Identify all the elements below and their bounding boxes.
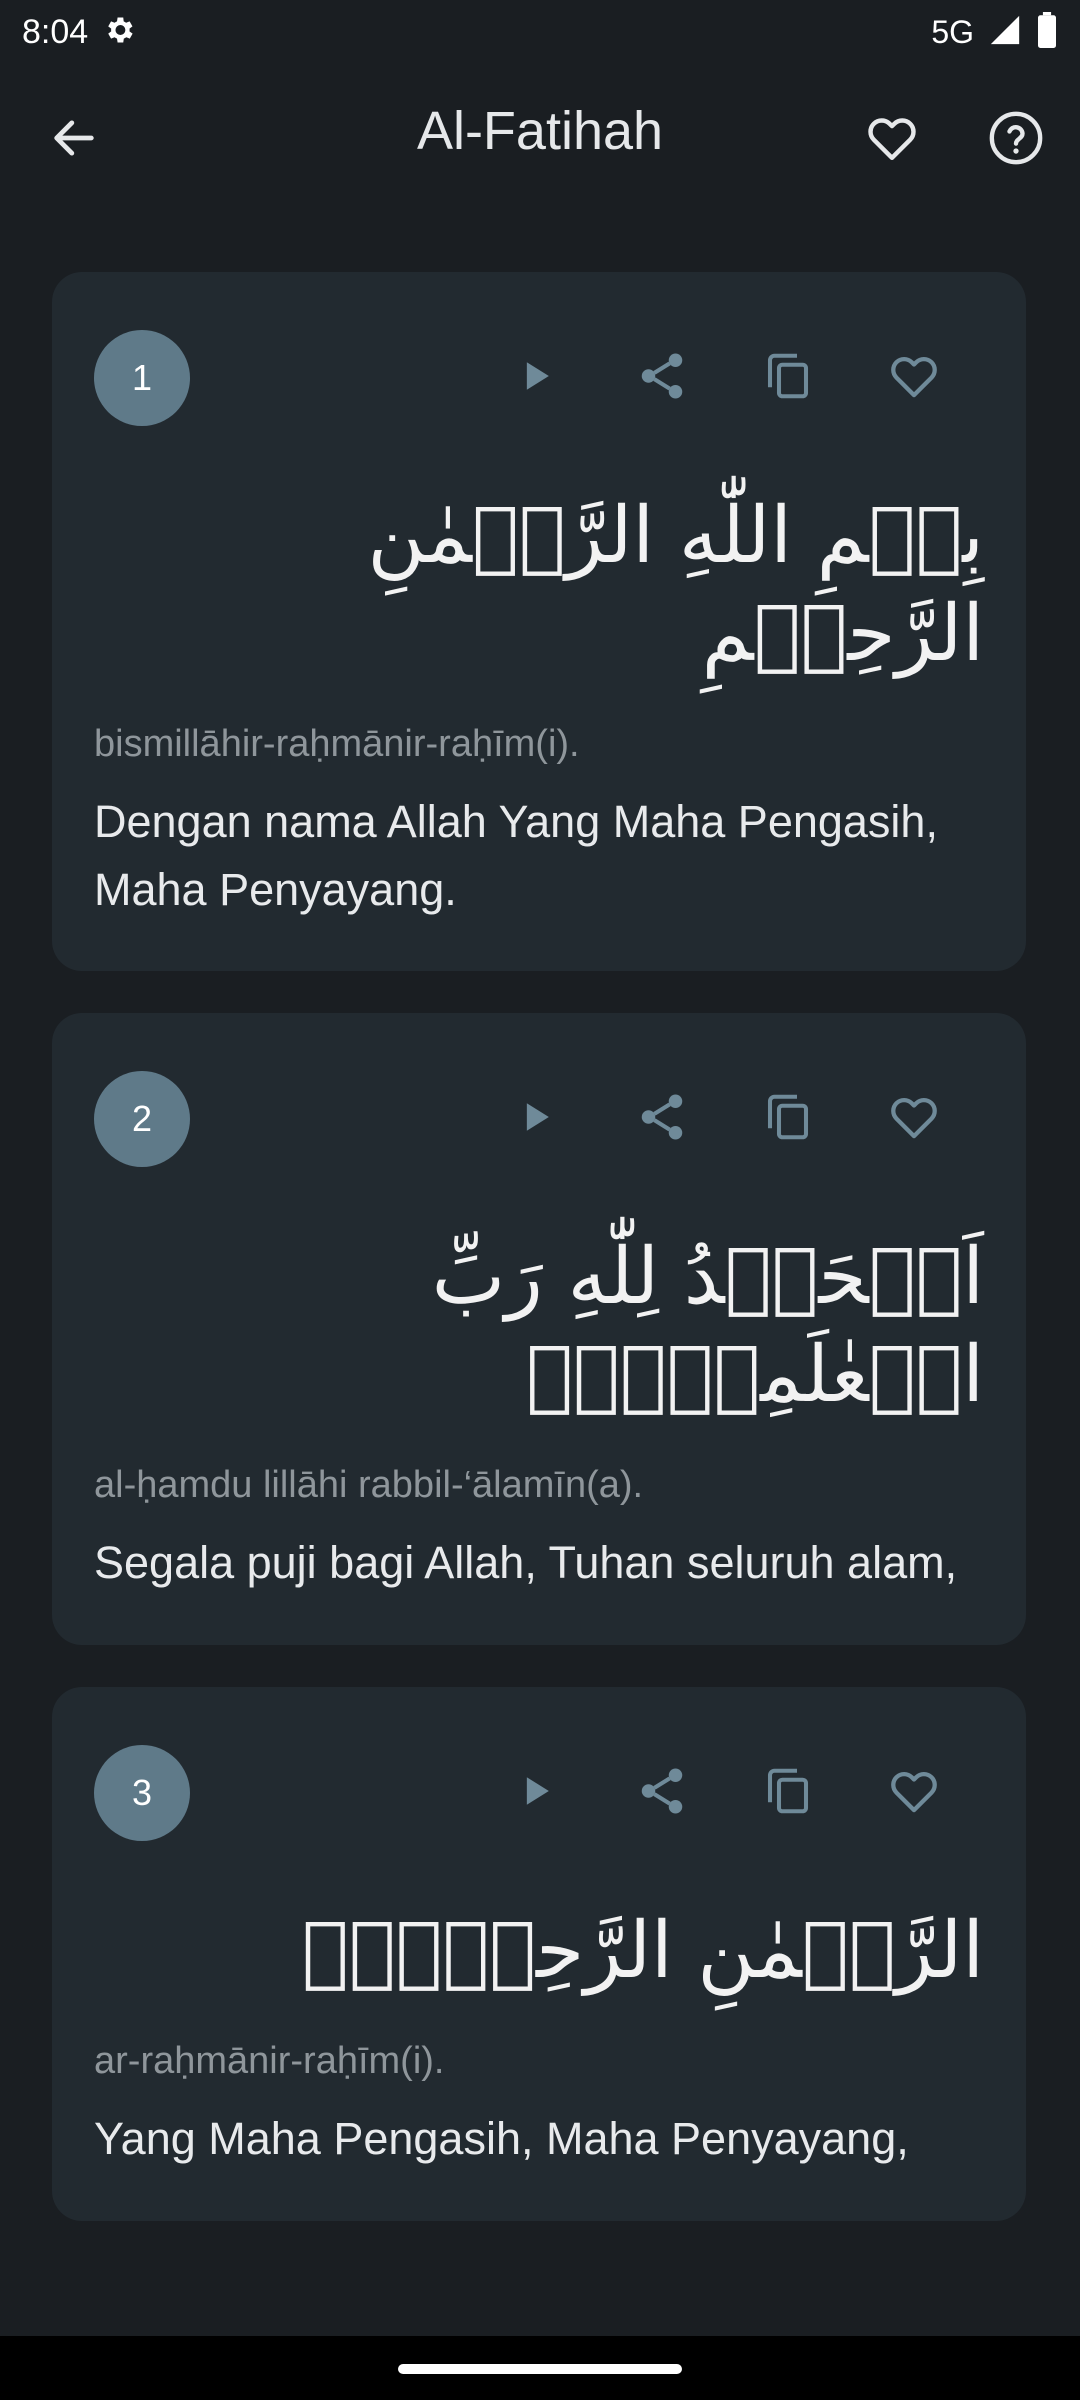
play-icon xyxy=(514,1095,558,1143)
share-icon xyxy=(635,1764,689,1822)
heart-icon xyxy=(864,110,920,170)
share-button[interactable] xyxy=(622,1753,702,1833)
transliteration: ar-raḥmānir-raḥīm(i). xyxy=(94,2040,445,2082)
battery-icon xyxy=(1036,12,1058,52)
transliteration: bismillāhir-raḥmānir-raḥīm(i). xyxy=(94,723,580,765)
play-icon xyxy=(514,1769,558,1817)
translation: Segala puji bagi Allah, Tuhan seluruh al… xyxy=(94,1537,958,1588)
heart-icon xyxy=(887,349,941,407)
verse-actions xyxy=(496,338,954,418)
verse-card-header: 2 xyxy=(94,1071,984,1167)
arabic-text: اَلۡحَمۡدُ لِلّٰهِ رَبِّ الۡعٰلَمِيۡنَۙ xyxy=(431,1232,984,1420)
help-button[interactable] xyxy=(978,102,1054,178)
heart-icon xyxy=(887,1764,941,1822)
verse-card: 3 الرَّحۡمٰنِ الرَّحِيۡمِۙ ar-raḥmānir-r… xyxy=(52,1686,1026,2221)
share-icon xyxy=(635,349,689,407)
status-right: 5G xyxy=(931,12,1058,52)
play-button[interactable] xyxy=(496,1753,576,1833)
verse-number-badge: 1 xyxy=(94,330,190,426)
play-icon xyxy=(514,354,558,402)
bookmark-verse-button[interactable] xyxy=(874,1753,954,1833)
status-bar: 8:04 5G xyxy=(0,0,1080,64)
help-circle-icon xyxy=(987,109,1045,171)
favorite-button[interactable] xyxy=(854,102,930,178)
verse-card: 2 اَلۡحَمۡدُ لِلّٰهِ رَبِّ الۡعٰلَمِيۡنَ… xyxy=(52,1013,1026,1645)
copy-button[interactable] xyxy=(748,1079,828,1159)
gear-icon xyxy=(102,13,136,51)
network-label: 5G xyxy=(931,13,974,50)
verse-card: 1 بِسۡمِ اللّٰهِ الرَّحۡمٰنِ الرَّحِيۡمِ… xyxy=(52,272,1026,971)
copy-button[interactable] xyxy=(748,1753,828,1833)
verse-card-header: 1 xyxy=(94,330,984,426)
navigation-bar xyxy=(0,2336,1080,2400)
heart-icon xyxy=(887,1090,941,1148)
play-button[interactable] xyxy=(496,338,576,418)
bookmark-verse-button[interactable] xyxy=(874,1079,954,1159)
copy-icon xyxy=(761,349,815,407)
bookmark-verse-button[interactable] xyxy=(874,338,954,418)
verse-number-badge: 3 xyxy=(94,1744,190,1841)
app-bar: Al-Fatihah xyxy=(0,64,1080,208)
screen: 8:04 5G Al-Fatihah 1 بِسۡمِ اللّٰهِ الرَ… xyxy=(0,0,1080,2400)
translation: Dengan nama Allah Yang Maha Pengasih, Ma… xyxy=(94,796,938,915)
share-icon xyxy=(635,1090,689,1148)
copy-icon xyxy=(761,1764,815,1822)
verse-actions xyxy=(496,1753,954,1833)
share-button[interactable] xyxy=(622,338,702,418)
verse-list[interactable]: 1 بِسۡمِ اللّٰهِ الرَّحۡمٰنِ الرَّحِيۡمِ… xyxy=(52,272,1026,2294)
transliteration: al-ḥamdu lillāhi rabbil-‘ālamīn(a). xyxy=(94,1464,644,1506)
copy-icon xyxy=(761,1090,815,1148)
verse-card-header: 3 xyxy=(94,1744,984,1841)
share-button[interactable] xyxy=(622,1079,702,1159)
arabic-text: الرَّحۡمٰنِ الرَّحِيۡمِۙ xyxy=(301,1905,984,1996)
status-left: 8:04 xyxy=(22,13,136,52)
copy-button[interactable] xyxy=(748,338,828,418)
verse-actions xyxy=(496,1079,954,1159)
verse-number-badge: 2 xyxy=(94,1071,190,1167)
translation: Yang Maha Pengasih, Maha Penyayang, xyxy=(94,2113,909,2164)
play-button[interactable] xyxy=(496,1079,576,1159)
signal-icon xyxy=(988,13,1022,51)
status-time: 8:04 xyxy=(22,12,89,51)
home-gesture-handle[interactable] xyxy=(398,2364,682,2374)
arabic-text: بِسۡمِ اللّٰهِ الرَّحۡمٰنِ الرَّحِيۡمِ xyxy=(367,491,984,679)
